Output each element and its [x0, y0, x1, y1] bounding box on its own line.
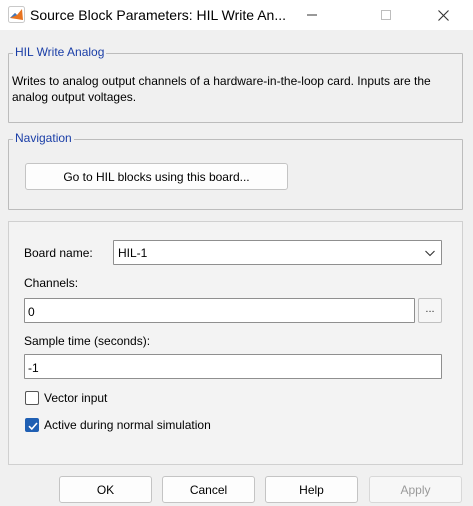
- board-name-label: Board name:: [24, 246, 93, 260]
- chevron-down-icon: [425, 250, 435, 257]
- vector-input-checkbox[interactable]: [25, 391, 39, 405]
- sample-time-input[interactable]: -1: [24, 354, 442, 379]
- ok-button[interactable]: OK: [59, 476, 152, 503]
- active-simulation-label: Active during normal simulation: [44, 418, 211, 432]
- go-to-hil-blocks-button[interactable]: Go to HIL blocks using this board...: [25, 163, 288, 190]
- checkmark-icon: [28, 422, 38, 431]
- maximize-button[interactable]: [363, 0, 409, 30]
- sample-time-value: -1: [28, 361, 39, 375]
- cancel-button[interactable]: Cancel: [162, 476, 255, 503]
- block-description: Writes to analog output channels of a ha…: [12, 74, 431, 104]
- window-title: Source Block Parameters: HIL Write An...: [30, 7, 286, 23]
- close-icon: [437, 9, 449, 21]
- vector-input-label: Vector input: [44, 391, 108, 405]
- description-group-label: HIL Write Analog: [13, 45, 107, 59]
- maximize-icon: [381, 10, 391, 20]
- sample-time-label: Sample time (seconds):: [24, 334, 151, 348]
- apply-button[interactable]: Apply: [369, 476, 462, 503]
- channels-browse-button[interactable]: ...: [418, 298, 442, 323]
- minimize-icon: [307, 14, 317, 16]
- minimize-button[interactable]: [289, 0, 335, 30]
- navigation-group-label: Navigation: [13, 131, 74, 145]
- help-button[interactable]: Help: [265, 476, 358, 503]
- board-name-select[interactable]: HIL-1: [113, 240, 442, 265]
- title-bar: Source Block Parameters: HIL Write An...: [0, 0, 473, 30]
- board-name-value: HIL-1: [118, 246, 148, 260]
- channels-value: 0: [28, 305, 35, 319]
- channels-input[interactable]: 0: [24, 298, 415, 323]
- active-simulation-checkbox[interactable]: [25, 418, 39, 432]
- matlab-app-icon: [8, 6, 25, 23]
- channels-label: Channels:: [24, 276, 79, 290]
- close-button[interactable]: [420, 0, 466, 30]
